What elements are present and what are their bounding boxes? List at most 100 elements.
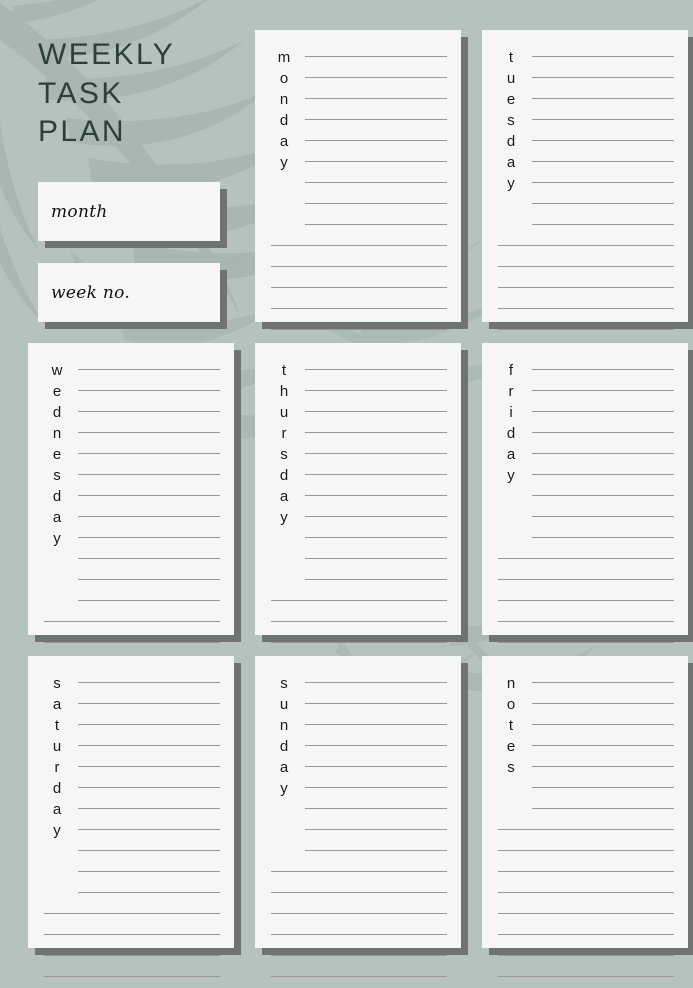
write-line[interactable] bbox=[532, 486, 674, 507]
write-line[interactable] bbox=[305, 110, 447, 131]
write-line[interactable] bbox=[78, 570, 220, 591]
write-line[interactable] bbox=[498, 904, 674, 925]
write-line[interactable] bbox=[271, 612, 447, 633]
write-line[interactable] bbox=[44, 904, 220, 925]
write-line[interactable] bbox=[532, 465, 674, 486]
write-line[interactable] bbox=[498, 841, 674, 862]
write-line[interactable] bbox=[78, 381, 220, 402]
write-line[interactable] bbox=[78, 736, 220, 757]
write-line[interactable] bbox=[78, 715, 220, 736]
week-no-field[interactable]: week no. bbox=[38, 263, 220, 322]
write-line[interactable] bbox=[532, 757, 674, 778]
write-line[interactable] bbox=[498, 299, 674, 320]
write-line[interactable] bbox=[498, 967, 674, 988]
write-line[interactable] bbox=[498, 278, 674, 299]
write-line[interactable] bbox=[44, 925, 220, 946]
write-line[interactable] bbox=[532, 131, 674, 152]
write-line[interactable] bbox=[305, 360, 447, 381]
write-line[interactable] bbox=[305, 444, 447, 465]
write-line[interactable] bbox=[532, 736, 674, 757]
card-friday[interactable]: friday bbox=[482, 343, 688, 664]
write-line[interactable] bbox=[78, 444, 220, 465]
write-line[interactable] bbox=[305, 736, 447, 757]
write-line[interactable] bbox=[305, 402, 447, 423]
write-line[interactable] bbox=[78, 507, 220, 528]
write-line[interactable] bbox=[532, 152, 674, 173]
write-line[interactable] bbox=[78, 883, 220, 904]
write-line[interactable] bbox=[532, 173, 674, 194]
card-saturday[interactable]: saturday bbox=[28, 656, 234, 977]
write-line[interactable] bbox=[498, 612, 674, 633]
write-line[interactable] bbox=[498, 633, 674, 654]
write-line[interactable] bbox=[498, 320, 674, 341]
write-line[interactable] bbox=[305, 820, 447, 841]
write-line[interactable] bbox=[78, 694, 220, 715]
write-line[interactable] bbox=[498, 549, 674, 570]
write-line[interactable] bbox=[78, 673, 220, 694]
card-wednesday[interactable]: wednesday bbox=[28, 343, 234, 664]
write-line[interactable] bbox=[498, 883, 674, 904]
month-field[interactable]: month bbox=[38, 182, 220, 242]
write-line[interactable] bbox=[271, 862, 447, 883]
write-line[interactable] bbox=[532, 528, 674, 549]
write-line[interactable] bbox=[271, 904, 447, 925]
card-monday[interactable]: monday bbox=[255, 30, 461, 351]
write-line[interactable] bbox=[532, 194, 674, 215]
write-line[interactable] bbox=[44, 946, 220, 967]
write-line[interactable] bbox=[78, 402, 220, 423]
write-line[interactable] bbox=[498, 820, 674, 841]
write-line[interactable] bbox=[78, 486, 220, 507]
write-line[interactable] bbox=[305, 465, 447, 486]
write-line[interactable] bbox=[498, 236, 674, 257]
write-line[interactable] bbox=[305, 570, 447, 591]
write-line[interactable] bbox=[498, 257, 674, 278]
write-line[interactable] bbox=[78, 591, 220, 612]
write-line[interactable] bbox=[498, 862, 674, 883]
write-line[interactable] bbox=[78, 862, 220, 883]
card-sunday[interactable]: sunday bbox=[255, 656, 461, 977]
write-line[interactable] bbox=[532, 673, 674, 694]
write-line[interactable] bbox=[78, 360, 220, 381]
write-line[interactable] bbox=[305, 841, 447, 862]
write-line[interactable] bbox=[532, 381, 674, 402]
write-line[interactable] bbox=[532, 778, 674, 799]
write-line[interactable] bbox=[532, 715, 674, 736]
write-line[interactable] bbox=[305, 673, 447, 694]
write-line[interactable] bbox=[532, 110, 674, 131]
write-line[interactable] bbox=[44, 612, 220, 633]
write-line[interactable] bbox=[498, 591, 674, 612]
write-line[interactable] bbox=[305, 549, 447, 570]
write-line[interactable] bbox=[305, 47, 447, 68]
write-line[interactable] bbox=[305, 799, 447, 820]
write-line[interactable] bbox=[498, 925, 674, 946]
write-line[interactable] bbox=[532, 423, 674, 444]
write-line[interactable] bbox=[78, 528, 220, 549]
write-line[interactable] bbox=[305, 694, 447, 715]
write-line[interactable] bbox=[532, 799, 674, 820]
write-line[interactable] bbox=[271, 591, 447, 612]
write-line[interactable] bbox=[498, 946, 674, 967]
card-tuesday[interactable]: tuesday bbox=[482, 30, 688, 351]
write-line[interactable] bbox=[532, 89, 674, 110]
card-notes[interactable]: notes bbox=[482, 656, 688, 977]
write-line[interactable] bbox=[305, 381, 447, 402]
write-line[interactable] bbox=[78, 757, 220, 778]
write-line[interactable] bbox=[532, 694, 674, 715]
write-line[interactable] bbox=[305, 757, 447, 778]
write-line[interactable] bbox=[78, 465, 220, 486]
write-line[interactable] bbox=[305, 152, 447, 173]
write-line[interactable] bbox=[78, 820, 220, 841]
write-line[interactable] bbox=[271, 946, 447, 967]
write-line[interactable] bbox=[78, 799, 220, 820]
write-line[interactable] bbox=[305, 215, 447, 236]
write-line[interactable] bbox=[305, 194, 447, 215]
write-line[interactable] bbox=[532, 215, 674, 236]
write-line[interactable] bbox=[305, 528, 447, 549]
write-line[interactable] bbox=[44, 633, 220, 654]
write-line[interactable] bbox=[271, 633, 447, 654]
write-line[interactable] bbox=[532, 68, 674, 89]
write-line[interactable] bbox=[271, 925, 447, 946]
write-line[interactable] bbox=[532, 507, 674, 528]
write-line[interactable] bbox=[78, 423, 220, 444]
write-line[interactable] bbox=[305, 131, 447, 152]
